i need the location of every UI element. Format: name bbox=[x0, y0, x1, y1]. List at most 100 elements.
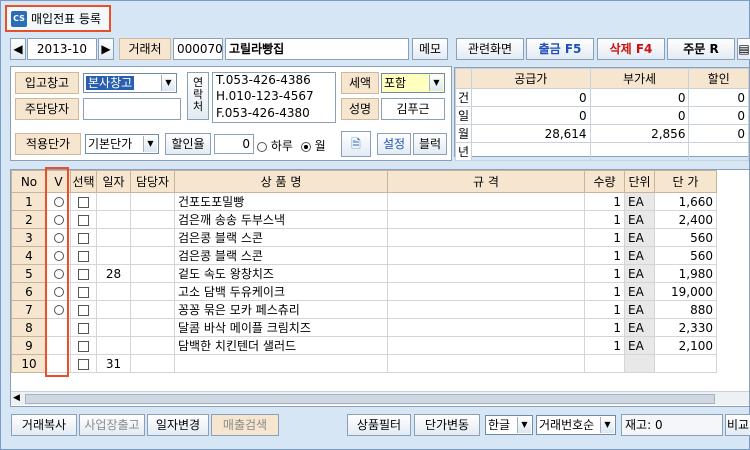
v-radio-cell[interactable] bbox=[46, 192, 71, 211]
unit-cell[interactable]: EA bbox=[624, 336, 655, 355]
select-checkbox-cell[interactable] bbox=[70, 246, 97, 265]
date-cell[interactable] bbox=[96, 228, 131, 247]
date-cell[interactable] bbox=[96, 210, 131, 229]
order-button[interactable]: 주문 R bbox=[667, 38, 735, 60]
settings-button[interactable]: 설정 bbox=[377, 133, 411, 155]
v-radio[interactable] bbox=[53, 251, 64, 261]
spec-cell[interactable] bbox=[387, 336, 585, 355]
unit-cell[interactable] bbox=[624, 354, 655, 373]
product-name-cell[interactable]: 검은콩 블랙 스콘 bbox=[174, 228, 388, 247]
row-number-cell[interactable]: 6 bbox=[11, 282, 47, 301]
price-cell[interactable]: 2,400 bbox=[654, 210, 717, 229]
date-cell[interactable] bbox=[96, 246, 131, 265]
table-row[interactable]: 1 건포도포밀빵 1 EA 1,660 bbox=[11, 192, 717, 211]
select-checkbox[interactable] bbox=[78, 304, 89, 316]
unit-cell[interactable]: EA bbox=[624, 300, 655, 319]
product-name-cell[interactable]: 꽁꽁 묶은 모카 페스츄리 bbox=[174, 300, 388, 319]
v-radio-cell[interactable] bbox=[46, 336, 71, 355]
date-cell[interactable] bbox=[96, 192, 131, 211]
v-radio-cell[interactable] bbox=[46, 300, 71, 319]
spec-cell[interactable] bbox=[387, 300, 585, 319]
manager-cell[interactable] bbox=[130, 264, 175, 283]
price-cell[interactable]: 1,980 bbox=[654, 264, 717, 283]
name-field[interactable]: 김푸근 bbox=[381, 98, 445, 120]
qty-cell[interactable]: 1 bbox=[584, 336, 625, 355]
qty-cell[interactable]: 1 bbox=[584, 264, 625, 283]
v-radio[interactable] bbox=[53, 233, 64, 243]
row-number-cell[interactable]: 10 bbox=[11, 354, 47, 373]
date-cell[interactable]: 31 bbox=[96, 354, 131, 373]
price-change-button[interactable]: 단가변동 bbox=[414, 414, 480, 436]
next-month-button[interactable]: ▶ bbox=[98, 38, 114, 60]
product-name-cell[interactable]: 고소 담백 두유케이크 bbox=[174, 282, 388, 301]
qty-cell[interactable]: 1 bbox=[584, 282, 625, 301]
prev-month-button[interactable]: ◀ bbox=[10, 38, 26, 60]
manager-cell[interactable] bbox=[130, 246, 175, 265]
sales-search-button[interactable]: 매출검색 bbox=[211, 414, 279, 436]
manager-cell[interactable] bbox=[130, 318, 175, 337]
product-name-cell[interactable] bbox=[174, 354, 388, 373]
date-cell[interactable]: 28 bbox=[96, 264, 131, 283]
compare-button[interactable]: 비교 bbox=[725, 414, 750, 436]
price-cell[interactable]: 880 bbox=[654, 300, 717, 319]
scrollbar-thumb[interactable] bbox=[25, 394, 715, 404]
select-checkbox[interactable] bbox=[78, 286, 89, 298]
select-checkbox[interactable] bbox=[78, 196, 89, 208]
table-row[interactable]: 8 달콤 바삭 메이플 크림치즈 1 EA 2,330 bbox=[11, 318, 717, 337]
product-name-cell[interactable]: 겉도 속도 왕창치즈 bbox=[174, 264, 388, 283]
select-checkbox-cell[interactable] bbox=[70, 336, 97, 355]
select-checkbox-cell[interactable] bbox=[70, 354, 97, 373]
qty-cell[interactable]: 1 bbox=[584, 192, 625, 211]
product-name-cell[interactable]: 검은콩 블랙 스콘 bbox=[174, 246, 388, 265]
row-number-cell[interactable]: 8 bbox=[11, 318, 47, 337]
row-number-cell[interactable]: 4 bbox=[11, 246, 47, 265]
v-radio-cell[interactable] bbox=[46, 282, 71, 301]
column-header-manager[interactable]: 담당자 bbox=[130, 170, 175, 193]
v-radio-cell[interactable] bbox=[46, 246, 71, 265]
spec-cell[interactable] bbox=[387, 264, 585, 283]
block-button[interactable]: 블럭 bbox=[413, 133, 447, 155]
price-cell[interactable]: 2,330 bbox=[654, 318, 717, 337]
export-button[interactable]: 🗎 bbox=[341, 131, 371, 157]
select-checkbox[interactable] bbox=[78, 250, 89, 262]
column-header-no[interactable]: No bbox=[11, 170, 47, 193]
date-change-button[interactable]: 일자변경 bbox=[147, 414, 209, 436]
language-select[interactable]: 한글 ▼ bbox=[485, 415, 533, 435]
row-number-cell[interactable]: 1 bbox=[11, 192, 47, 211]
column-header-select[interactable]: 선택 bbox=[70, 170, 97, 193]
print-f5-button[interactable]: 출금 F5 bbox=[526, 38, 594, 60]
manager-cell[interactable] bbox=[130, 210, 175, 229]
column-header-spec[interactable]: 규 격 bbox=[387, 170, 585, 193]
select-checkbox[interactable] bbox=[78, 322, 89, 334]
select-checkbox[interactable] bbox=[78, 358, 89, 370]
price-cell[interactable]: 560 bbox=[654, 228, 717, 247]
date-cell[interactable] bbox=[96, 282, 131, 301]
product-name-cell[interactable]: 검은깨 송송 두부스낵 bbox=[174, 210, 388, 229]
qty-cell[interactable]: 1 bbox=[584, 246, 625, 265]
product-name-cell[interactable]: 건포도포밀빵 bbox=[174, 192, 388, 211]
row-number-cell[interactable]: 9 bbox=[11, 336, 47, 355]
column-header-unit[interactable]: 단위 bbox=[624, 170, 655, 193]
vendor-code-field[interactable]: 000070 bbox=[173, 38, 223, 60]
unit-cell[interactable]: EA bbox=[624, 318, 655, 337]
select-checkbox-cell[interactable] bbox=[70, 264, 97, 283]
spec-cell[interactable] bbox=[387, 192, 585, 211]
tax-select[interactable]: 포함 ▼ bbox=[381, 73, 445, 93]
v-radio-cell[interactable] bbox=[46, 228, 71, 247]
unit-cell[interactable]: EA bbox=[624, 228, 655, 247]
qty-cell[interactable]: 1 bbox=[584, 228, 625, 247]
price-cell[interactable]: 560 bbox=[654, 246, 717, 265]
table-row[interactable]: 10 31 bbox=[11, 354, 717, 373]
v-radio[interactable] bbox=[53, 269, 64, 279]
price-cell[interactable]: 1,660 bbox=[654, 192, 717, 211]
unit-cell[interactable]: EA bbox=[624, 246, 655, 265]
column-header-price[interactable]: 단 가 bbox=[654, 170, 717, 193]
manager-field[interactable] bbox=[83, 98, 181, 120]
select-checkbox[interactable] bbox=[78, 232, 89, 244]
v-radio-cell[interactable] bbox=[46, 354, 71, 373]
unit-cell[interactable]: EA bbox=[624, 282, 655, 301]
vendor-name-field[interactable]: 고릴라빵집 bbox=[225, 38, 409, 60]
row-number-cell[interactable]: 2 bbox=[11, 210, 47, 229]
v-radio-cell[interactable] bbox=[46, 264, 71, 283]
copy-transaction-button[interactable]: 거래복사 bbox=[11, 414, 77, 436]
